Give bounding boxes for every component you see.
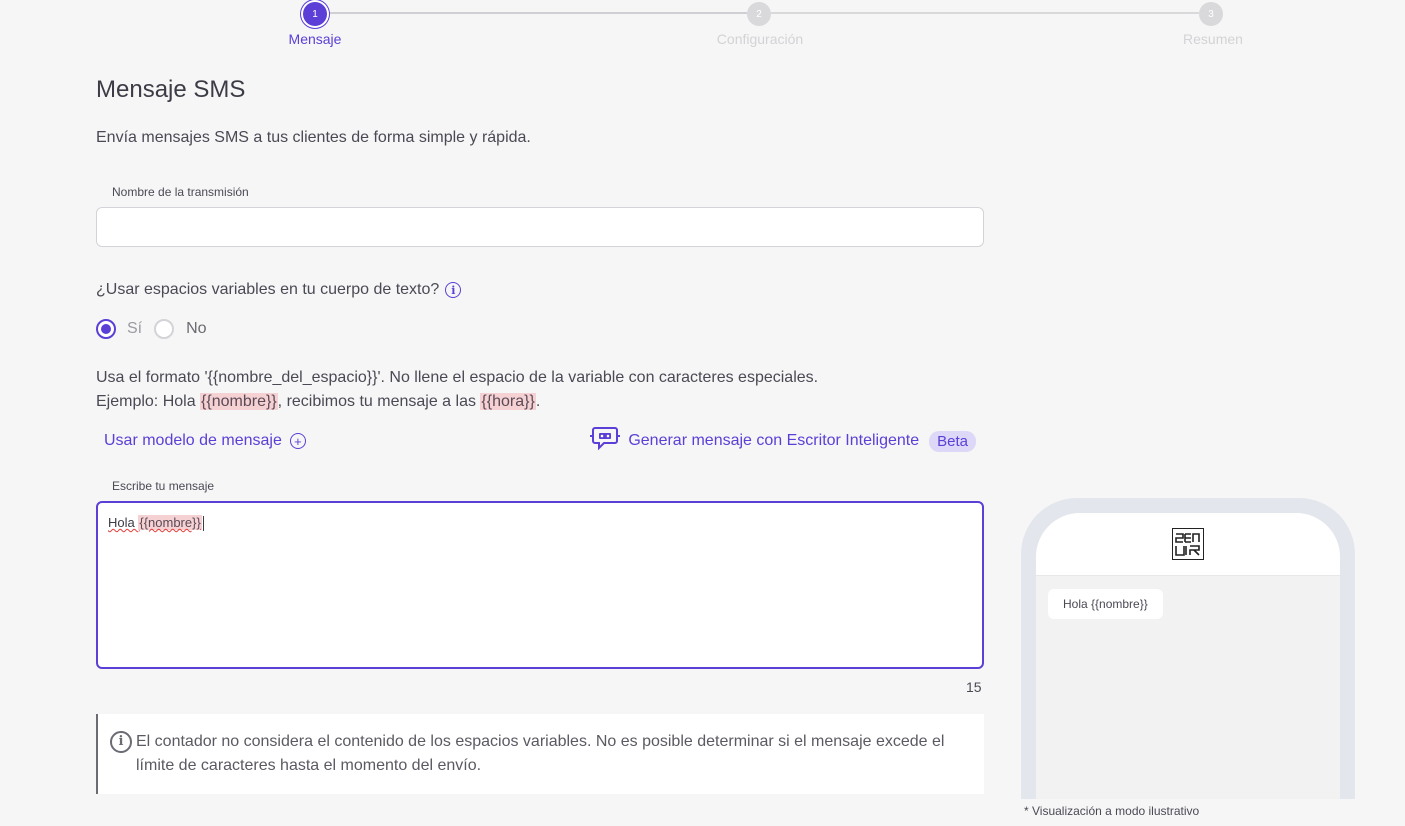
example-var-hora: {{hora}} [480, 393, 536, 410]
message-textarea[interactable]: Hola {{nombre}} [96, 501, 984, 669]
phone-header [1036, 513, 1340, 576]
smart-writer-label: Generar mensaje con Escritor Inteligente [628, 432, 920, 449]
example-middle: , recibimos tu mensaje a las [277, 393, 481, 410]
radio-no-label[interactable]: No [186, 320, 206, 338]
page-subtitle: Envía mensajes SMS a tus clientes de for… [96, 129, 531, 146]
brand-logo-icon [1172, 528, 1204, 560]
char-counter: 15 [966, 679, 982, 695]
info-icon[interactable]: i [445, 282, 462, 298]
message-actions: Usar modelo de mensaje + Generar mensaje… [104, 426, 976, 453]
counter-notice: i El contador no considera el contenido … [96, 714, 984, 794]
message-label: Escribe tu mensaje [112, 479, 215, 493]
variables-question: ¿Usar espacios variables en tu cuerpo de… [96, 281, 462, 299]
phone-preview-screen: Hola {{nombre}} [1036, 513, 1340, 799]
smart-writer-link[interactable]: Generar mensaje con Escritor Inteligente… [590, 426, 976, 457]
step-number: 2 [756, 8, 762, 20]
beta-badge: Beta [929, 430, 976, 452]
page-title: Mensaje SMS [96, 76, 246, 103]
stepper-line [771, 12, 1199, 14]
message-var-nombre: {{nombre}} [138, 515, 202, 530]
variables-radio-group: Sí No [96, 319, 219, 339]
example-suffix: . [535, 393, 541, 410]
message-text: Hola [108, 515, 139, 530]
variables-help: Usa el formato '{{nombre_del_espacio}}'.… [96, 366, 818, 414]
preview-disclaimer: * Visualización a modo ilustrativo [1024, 804, 1200, 818]
step-2-label: Configuración [716, 31, 804, 47]
broadcast-name-label: Nombre de la transmisión [112, 185, 249, 199]
help-example-line: Ejemplo: Hola {{nombre}}, recibimos tu m… [96, 390, 818, 414]
step-number: 1 [312, 8, 318, 20]
step-3-dot[interactable]: 3 [1199, 2, 1223, 26]
step-number: 3 [1208, 8, 1214, 20]
info-icon: i [110, 731, 132, 753]
step-3-label: Resumen [1183, 31, 1243, 47]
stepper: 1 2 3 Mensaje Configuración Resumen [0, 0, 1405, 60]
example-prefix: Ejemplo: Hola [96, 393, 201, 410]
use-template-link[interactable]: Usar modelo de mensaje + [104, 432, 306, 450]
radio-no[interactable] [154, 319, 175, 339]
radio-yes-label[interactable]: Sí [127, 320, 142, 338]
use-template-label: Usar modelo de mensaje [104, 432, 282, 449]
radio-yes[interactable] [96, 319, 116, 339]
help-format-line: Usa el formato '{{nombre_del_espacio}}'.… [96, 369, 819, 386]
notice-text: El contador no considera el contenido de… [136, 733, 945, 774]
message-bubble: Hola {{nombre}} [1048, 589, 1163, 619]
plus-circle-icon: + [289, 433, 306, 449]
variables-question-text: ¿Usar espacios variables en tu cuerpo de… [96, 281, 440, 298]
example-var-nombre: {{nombre}} [200, 393, 278, 410]
text-caret [202, 516, 204, 532]
step-1-dot[interactable]: 1 [303, 2, 327, 26]
step-2-dot[interactable]: 2 [747, 2, 771, 26]
stepper-line [327, 12, 747, 14]
step-1-label: Mensaje [288, 31, 342, 47]
robot-chat-icon [590, 426, 621, 457]
broadcast-name-input[interactable] [96, 207, 984, 247]
